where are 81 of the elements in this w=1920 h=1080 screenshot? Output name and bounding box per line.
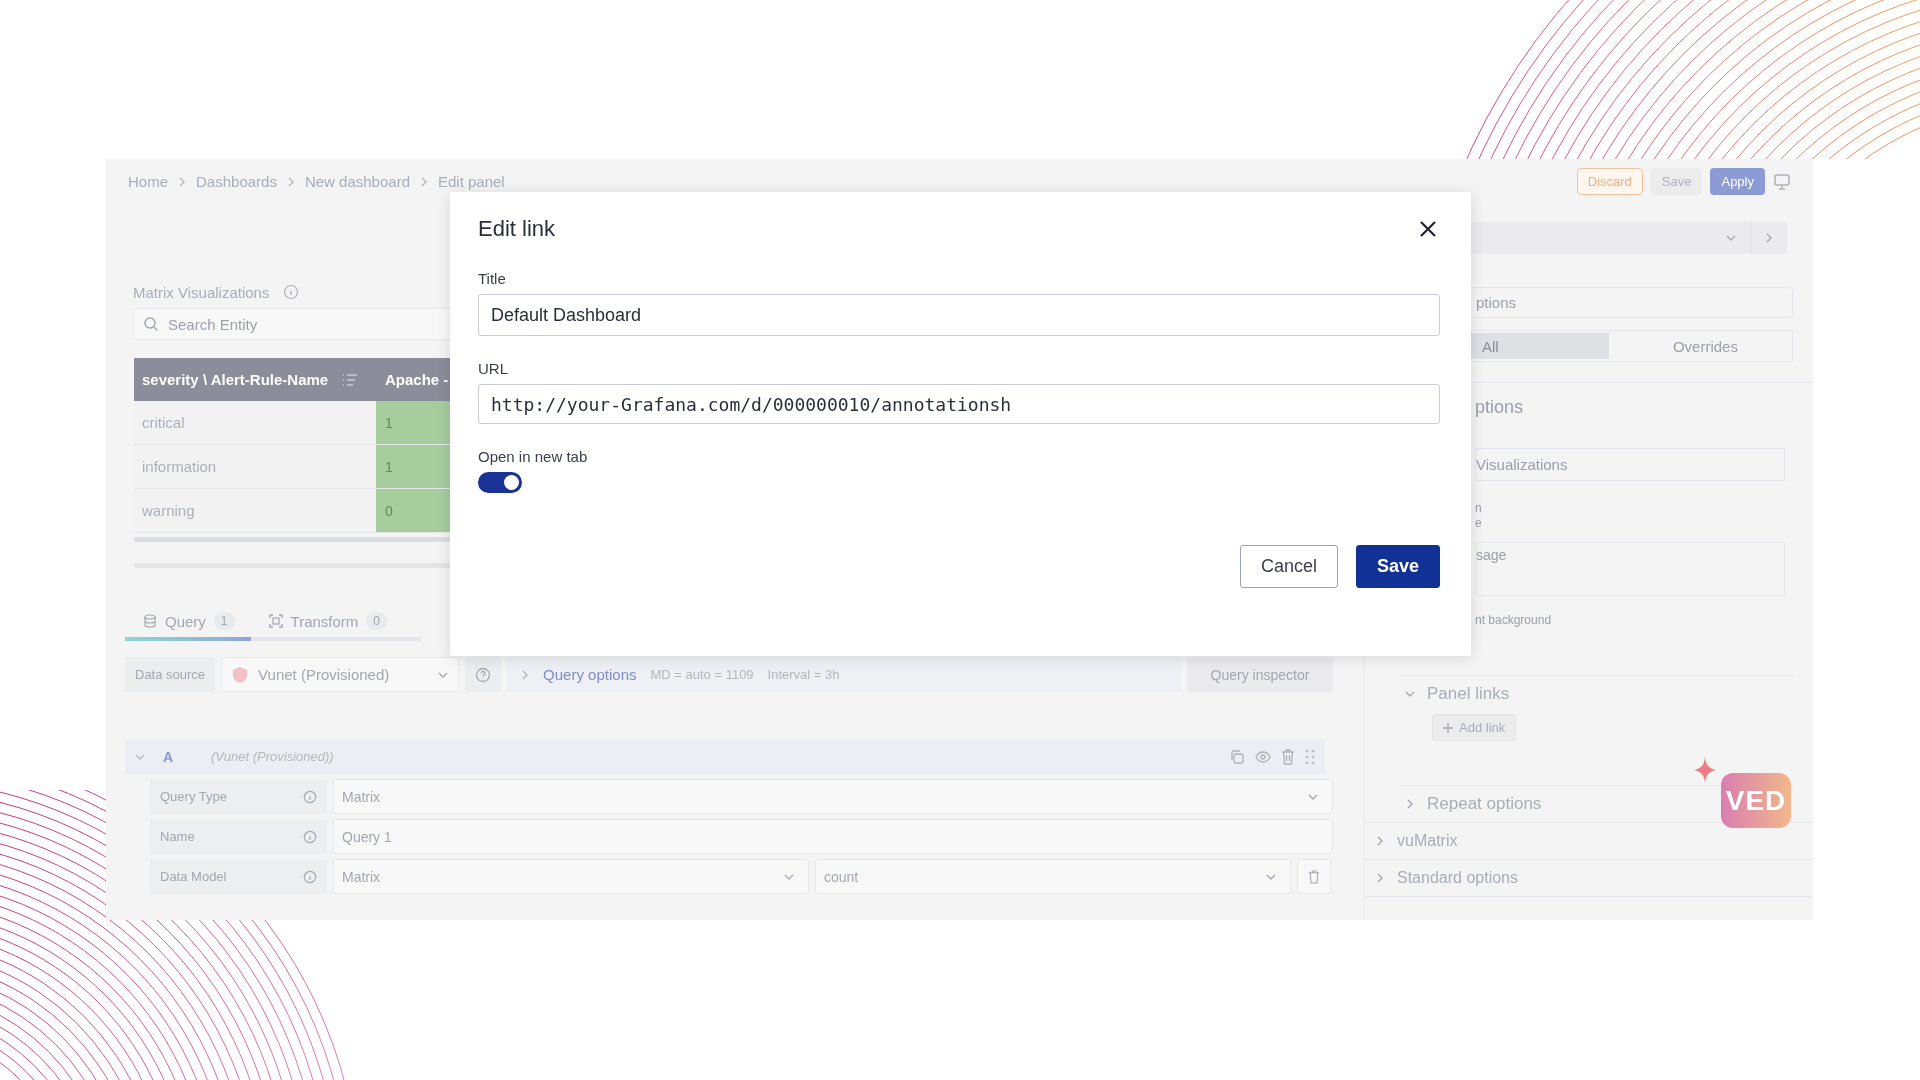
- category-header[interactable]: Standard options: [1365, 860, 1518, 896]
- cancel-button[interactable]: Cancel: [1239, 545, 1338, 588]
- close-icon: [1420, 221, 1436, 237]
- info-icon: [303, 829, 317, 844]
- delete-button[interactable]: [1297, 859, 1331, 894]
- transform-icon: [268, 614, 283, 628]
- chevron-down-icon: [784, 873, 794, 880]
- toggle-switch[interactable]: [478, 472, 522, 493]
- trash-icon[interactable]: [1281, 748, 1295, 765]
- field-label: Title: [478, 270, 506, 287]
- tab[interactable]: Query 1: [125, 605, 251, 641]
- drag-handle-icon[interactable]: [1305, 748, 1315, 765]
- breadcrumb-link[interactable]: Home: [128, 173, 168, 190]
- chevron-right-icon: [521, 669, 530, 680]
- count-badge: 0: [366, 612, 388, 630]
- monitor-icon[interactable]: [1773, 172, 1791, 191]
- chevron-down-icon: [1726, 235, 1736, 241]
- field-label: Open in new tab: [478, 448, 588, 465]
- dialog-title: Edit link: [478, 216, 556, 242]
- input-field[interactable]: Default Dashboard: [478, 294, 1440, 336]
- select-field[interactable]: Matrix: [333, 779, 1333, 814]
- max-data-points-text: MD = auto = 1109: [650, 667, 754, 682]
- help-icon: [475, 666, 492, 683]
- chevron-right-icon: [1765, 233, 1773, 243]
- database-icon: [143, 614, 157, 628]
- apply-button[interactable]: Apply: [1710, 168, 1765, 195]
- input-field[interactable]: Visualizations: [1475, 448, 1785, 481]
- tab[interactable]: Overrides: [1608, 333, 1790, 359]
- copy-icon[interactable]: [1229, 748, 1245, 765]
- count-badge: 1: [213, 612, 235, 630]
- query-options-label: Query options: [543, 666, 637, 683]
- plus-icon: [1443, 722, 1453, 733]
- add-link-button[interactable]: Add link: [1432, 714, 1517, 741]
- breadcrumb-link[interactable]: Edit panel: [438, 173, 505, 190]
- field-label: Name: [150, 819, 327, 854]
- chevron-down-icon: [1266, 873, 1276, 880]
- sort-icon[interactable]: [342, 372, 359, 387]
- chevron-right-icon: [286, 176, 295, 187]
- breadcrumb-link[interactable]: Dashboards: [196, 173, 277, 190]
- field-label: Query Type: [150, 779, 327, 814]
- trash-icon: [1308, 869, 1320, 884]
- save-button[interactable]: Save: [1355, 545, 1440, 588]
- help-button[interactable]: [465, 657, 502, 692]
- info-icon: [283, 284, 300, 300]
- discard-button[interactable]: Discard: [1576, 168, 1643, 195]
- data-source-select[interactable]: Vunet (Provisioned): [221, 657, 460, 692]
- chevron-right-icon: [178, 176, 186, 187]
- save-button[interactable]: Save: [1650, 168, 1703, 195]
- interval-text: Interval = 3h: [767, 667, 840, 682]
- field-label: Data Model: [150, 859, 327, 894]
- chevron-icon[interactable]: [135, 753, 145, 760]
- breadcrumb-link[interactable]: New dashboard: [304, 173, 410, 190]
- input-field[interactable]: http://your-Grafana.com/d/000000010/annotationsh: [478, 384, 1440, 424]
- search-icon: [143, 316, 159, 332]
- select-field[interactable]: count: [815, 859, 1291, 894]
- section-header[interactable]: Repeat options: [1365, 786, 1542, 822]
- category-header[interactable]: vuMatrix: [1365, 823, 1458, 859]
- shield-icon: [232, 665, 249, 684]
- text-area[interactable]: sage: [1475, 542, 1785, 596]
- eye-icon[interactable]: [1255, 748, 1271, 765]
- field-label: Data source: [125, 657, 216, 692]
- chevron-down-icon: [438, 671, 449, 678]
- chevron-down-icon: [1308, 793, 1318, 800]
- query-letter: A: [163, 748, 175, 765]
- field-label: nt background: [1475, 613, 1553, 627]
- chevron-right-icon: [420, 176, 428, 187]
- tab[interactable]: Transform 0: [250, 605, 404, 641]
- info-icon: [303, 789, 317, 804]
- sparkle-icon: [1694, 757, 1716, 783]
- section-header[interactable]: Panel links: [1365, 676, 1510, 712]
- panel-title: Matrix Visualizations: [133, 283, 270, 301]
- input-field[interactable]: Query 1: [333, 819, 1333, 854]
- query-options-bar[interactable]: Query options MD = auto = 1109 Interval = 3h: [507, 657, 1181, 692]
- field-label: URL: [478, 360, 508, 377]
- field-label: e: [1475, 516, 1482, 531]
- section-heading: ptions: [1475, 397, 1525, 418]
- field-label: n: [1475, 501, 1482, 516]
- assistant-badge[interactable]: VED: [1721, 773, 1791, 828]
- query-inspector-button[interactable]: Query inspector: [1187, 657, 1333, 692]
- info-icon: [303, 869, 317, 884]
- select-field[interactable]: Matrix: [333, 859, 809, 894]
